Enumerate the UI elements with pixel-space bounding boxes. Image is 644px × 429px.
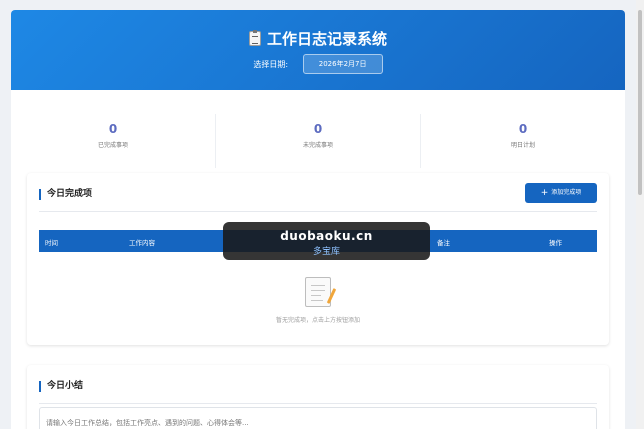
page-scrollbar[interactable] xyxy=(636,0,644,429)
divider xyxy=(39,403,597,404)
stat-label: 明日计划 xyxy=(510,142,535,149)
date-label: 选择日期: xyxy=(253,59,289,69)
app-title: 工作日志记录系统 xyxy=(266,30,387,48)
empty-state-text: 暂无完成项，点击上方按钮添加 xyxy=(275,317,360,324)
stat-label: 未完成事项 xyxy=(302,142,333,149)
column-header-content: 工作内容 xyxy=(129,239,155,247)
stats-bar: 0 已完成事项 0 未完成事项 0 明日计划 xyxy=(11,114,625,168)
app-page: 工作日志记录系统 选择日期: 2026年2月7日 0 已完成事项 0 未完成事项… xyxy=(11,10,625,429)
date-picker-row: 选择日期: 2026年2月7日 xyxy=(11,54,625,74)
add-button-label: 添加完成项 xyxy=(551,189,582,196)
watermark-overlay: duobaoku.cn 多宝库 xyxy=(223,222,430,260)
divider xyxy=(39,211,597,212)
stat-uncompleted: 0 未完成事项 xyxy=(216,114,421,168)
stat-value: 0 xyxy=(313,122,323,136)
summary-textarea[interactable]: 请输入今日工作总结，包括工作亮点、遇到的问题、心得体会等... xyxy=(39,407,597,429)
memo-icon xyxy=(305,277,337,307)
app-title-row: 工作日志记录系统 xyxy=(11,28,625,49)
plus-icon: + xyxy=(540,188,549,198)
stat-value: 0 xyxy=(108,122,118,136)
stat-value: 0 xyxy=(518,122,528,136)
stat-completed: 0 已完成事项 xyxy=(11,114,216,168)
column-header-action: 操作 xyxy=(549,239,562,247)
section-title: 今日小结 xyxy=(39,381,83,392)
watermark-name: 多宝库 xyxy=(312,247,340,257)
app-header: 工作日志记录系统 选择日期: 2026年2月7日 xyxy=(11,10,625,90)
column-header-note: 备注 xyxy=(437,239,450,247)
date-input[interactable]: 2026年2月7日 xyxy=(302,54,383,74)
stat-tomorrow-plan: 0 明日计划 xyxy=(421,114,625,168)
watermark-domain: duobaoku.cn xyxy=(280,229,373,243)
section-title: 今日完成项 xyxy=(39,189,92,200)
summary-placeholder: 请输入今日工作总结，包括工作亮点、遇到的问题、心得体会等... xyxy=(46,419,249,427)
add-completed-item-button[interactable]: + 添加完成项 xyxy=(525,183,597,203)
empty-state: 暂无完成项，点击上方按钮添加 xyxy=(27,277,609,324)
daily-summary-card: 今日小结 请输入今日工作总结，包括工作亮点、遇到的问题、心得体会等... xyxy=(27,365,609,429)
clipboard-icon xyxy=(248,30,261,46)
scrollbar-thumb[interactable] xyxy=(638,10,642,195)
column-header-time: 时间 xyxy=(45,239,58,247)
stat-label: 已完成事项 xyxy=(97,142,128,149)
